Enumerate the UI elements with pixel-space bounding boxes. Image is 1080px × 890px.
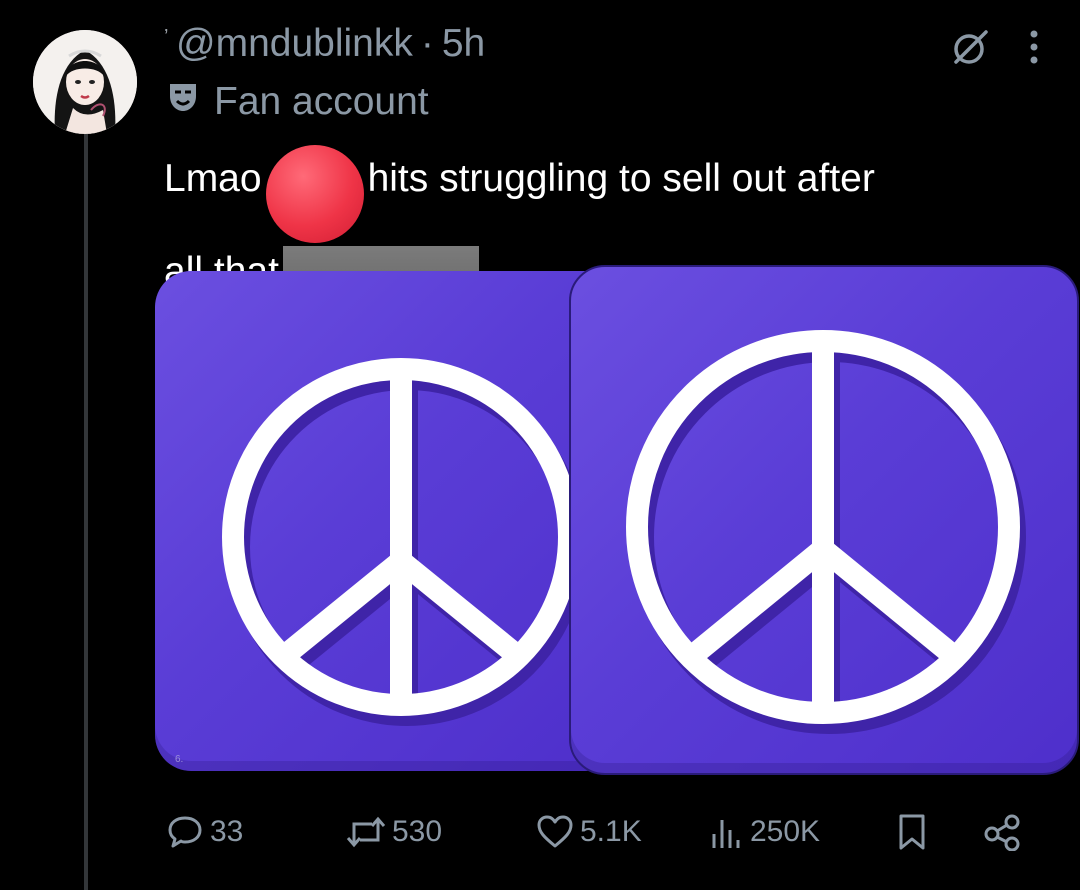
tweet-line-1: Lmao hits struggling to sell out after bbox=[164, 145, 1064, 243]
media-image-left[interactable]: 6. bbox=[155, 271, 621, 771]
post-header: @mndublinkk · 5h bbox=[176, 22, 485, 66]
tick-mark: ’ bbox=[164, 26, 169, 48]
heart-icon bbox=[536, 815, 574, 849]
speech-bubble-icon bbox=[166, 814, 204, 850]
view-count: 250K bbox=[750, 815, 821, 848]
peace-symbol-icon bbox=[222, 358, 586, 726]
repost-button[interactable]: 530 bbox=[346, 808, 442, 856]
share-nodes-icon bbox=[982, 813, 1022, 851]
views-button[interactable]: 250K bbox=[710, 808, 820, 856]
bar-chart-icon bbox=[710, 814, 744, 850]
bookmark-icon bbox=[896, 813, 928, 851]
more-vertical-icon[interactable] bbox=[1028, 27, 1040, 72]
like-count: 5.1K bbox=[580, 815, 642, 848]
media-caption: 6. bbox=[175, 754, 184, 765]
like-button[interactable]: 5.1K bbox=[536, 808, 642, 856]
post-time[interactable]: 5h bbox=[442, 22, 485, 65]
tweet-text-part: Lmao bbox=[164, 157, 262, 200]
repost-count: 530 bbox=[392, 815, 443, 848]
action-bar: 33 530 5.1K 250K bbox=[166, 808, 1036, 856]
theater-masks-icon bbox=[166, 80, 200, 124]
separator-dot: · bbox=[420, 22, 434, 65]
grok-slash-circle-icon[interactable] bbox=[948, 26, 990, 73]
badge-label: Fan account bbox=[214, 80, 429, 123]
reply-button[interactable]: 33 bbox=[166, 808, 243, 856]
repost-arrows-icon bbox=[346, 814, 386, 850]
bookmark-button[interactable] bbox=[896, 808, 928, 856]
tweet-text-part: hits struggling to sell out after bbox=[367, 157, 875, 200]
user-handle[interactable]: @mndublinkk bbox=[176, 22, 413, 65]
media-gallery: 6. bbox=[155, 265, 1079, 775]
share-button[interactable] bbox=[982, 808, 1022, 856]
thread-line bbox=[84, 130, 88, 890]
account-badge[interactable]: Fan account bbox=[166, 80, 429, 124]
media-image-right[interactable] bbox=[569, 265, 1079, 775]
red-circle-redaction bbox=[265, 145, 364, 243]
avatar[interactable] bbox=[33, 30, 137, 134]
peace-symbol-icon bbox=[626, 330, 1026, 734]
reply-count: 33 bbox=[210, 815, 244, 848]
header-actions bbox=[948, 26, 1040, 73]
